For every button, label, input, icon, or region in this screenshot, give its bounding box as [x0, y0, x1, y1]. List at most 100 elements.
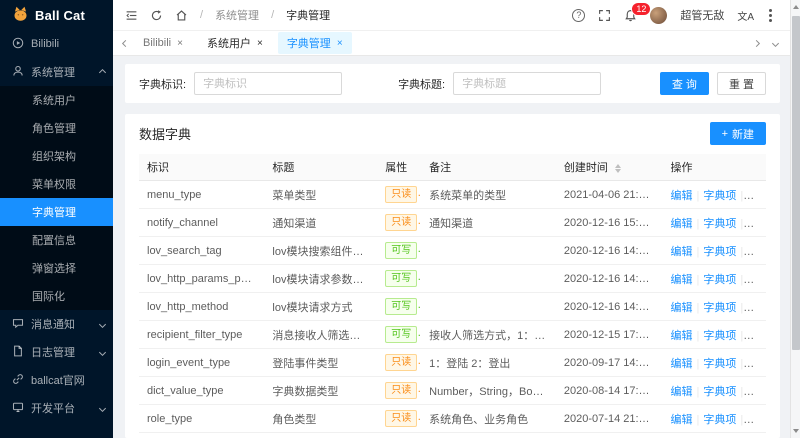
main-area: / 系统管理 / 字典管理 ? 12 超管无敌 文A Bilibili × 系统…	[113, 0, 800, 438]
dict-items-link[interactable]: 字典项	[703, 246, 736, 258]
cell-created: 2020-07-14 21:16:45	[555, 404, 663, 433]
cell-remark: 操作日志的操作类型	[421, 432, 556, 438]
sort-icon[interactable]	[614, 163, 621, 173]
desktop-icon	[12, 401, 24, 416]
table-header-row: 标识 标题 属性 备注 创建时间 操作	[139, 154, 766, 181]
dict-items-link[interactable]: 字典项	[703, 386, 736, 398]
message-icon	[12, 317, 24, 332]
topbar-right: ? 12 超管无敌 文A	[572, 1, 788, 24]
column-header-created[interactable]: 创建时间	[555, 154, 663, 181]
cell-created: 2020-12-15 17:36:24	[555, 320, 663, 349]
dict-id-input[interactable]	[194, 72, 343, 95]
sidebar-item-label: 系统管理	[31, 67, 75, 79]
sidebar-item-i18n[interactable]: 国际化	[0, 282, 113, 310]
scrollbar-thumb[interactable]	[792, 16, 800, 350]
username[interactable]: 超管无敌	[680, 7, 724, 23]
breadcrumb-system[interactable]: 系统管理	[215, 7, 259, 23]
edit-link[interactable]: 编辑	[671, 190, 693, 202]
sidebar-item-label: 组织架构	[32, 151, 76, 163]
close-icon[interactable]: ×	[257, 38, 263, 49]
column-header-attr: 属性	[377, 154, 422, 181]
sidebar-item-bilibili[interactable]: Bilibili	[0, 30, 113, 58]
cell-actions: 编辑|字典项|删除	[662, 404, 766, 433]
sidebar-item-organization[interactable]: 组织架构	[0, 142, 113, 170]
table-row: lov_search_tag lov模块搜索组件标签 可写 2020-12-16…	[139, 236, 766, 265]
cell-id: operation_type	[139, 432, 265, 438]
edit-link[interactable]: 编辑	[671, 414, 693, 426]
scroll-up-icon[interactable]	[793, 5, 799, 9]
tab-scroll-right-icon[interactable]	[752, 39, 761, 47]
menu-collapse-icon[interactable]	[125, 9, 138, 22]
sidebar-item-label: 角色管理	[32, 123, 76, 135]
chevron-down-icon	[98, 320, 107, 328]
query-button[interactable]: 查 询	[659, 72, 709, 95]
edit-link[interactable]: 编辑	[671, 218, 693, 230]
tab-dict-management[interactable]: 字典管理 ×	[277, 32, 352, 54]
writable-tag: 可写	[385, 298, 418, 315]
readonly-tag: 只读	[385, 382, 418, 399]
dict-id-label: 字典标识:	[139, 78, 187, 91]
tab-label: 系统用户	[206, 38, 251, 50]
edit-link[interactable]: 编辑	[671, 274, 693, 286]
dict-items-link[interactable]: 字典项	[703, 190, 736, 202]
sidebar-item-system-users[interactable]: 系统用户	[0, 86, 113, 114]
writable-tag: 可写	[385, 270, 418, 287]
cell-created: 2020-08-14 17:16:47	[555, 376, 663, 405]
close-icon[interactable]: ×	[177, 38, 183, 49]
dict-title-input[interactable]	[453, 72, 602, 95]
tab-scroll-left-icon[interactable]	[121, 39, 130, 47]
dict-items-link[interactable]: 字典项	[703, 274, 736, 286]
cat-logo-icon	[12, 6, 29, 25]
dict-items-link[interactable]: 字典项	[703, 302, 736, 314]
sidebar-item-log-management[interactable]: 日志管理	[0, 338, 113, 366]
reload-icon[interactable]	[150, 9, 163, 22]
dict-items-link[interactable]: 字典项	[703, 218, 736, 230]
edit-link[interactable]: 编辑	[671, 246, 693, 258]
edit-link[interactable]: 编辑	[671, 330, 693, 342]
dict-items-link[interactable]: 字典项	[703, 330, 736, 342]
home-icon[interactable]	[175, 9, 188, 22]
sidebar-item-popup-select[interactable]: 弹窗选择	[0, 254, 113, 282]
sidebar-item-dict-management[interactable]: 字典管理	[0, 198, 113, 226]
sidebar-item-ballcat-website[interactable]: ballcat官网	[0, 366, 113, 394]
logo[interactable]: Ball Cat	[0, 0, 113, 30]
app-window: Ball Cat Bilibili 系统管理 系统用户 角色管理 组织架构 菜单…	[0, 0, 800, 438]
more-options-icon[interactable]	[769, 13, 772, 17]
cell-created: 2020-07-14 20:28:54	[555, 432, 663, 438]
cell-attr: 只读	[377, 348, 422, 377]
edit-link[interactable]: 编辑	[671, 302, 693, 314]
new-button[interactable]: + 新建	[709, 122, 766, 145]
column-header-id: 标识	[139, 154, 265, 181]
avatar[interactable]	[650, 6, 668, 24]
sidebar-item-dev-platform[interactable]: 开发平台	[0, 394, 113, 422]
cell-id: recipient_filter_type	[139, 320, 265, 349]
sidebar-item-config-info[interactable]: 配置信息	[0, 226, 113, 254]
notification-bell-icon[interactable]: 12	[624, 1, 652, 22]
table-row: login_event_type 登陆事件类型 只读 1：登陆 2：登出 202…	[139, 348, 766, 377]
tab-system-users[interactable]: 系统用户 ×	[198, 32, 272, 54]
writable-tag: 可写	[385, 242, 418, 259]
help-icon[interactable]: ?	[572, 8, 586, 22]
sidebar-item-system-management[interactable]: 系统管理	[0, 58, 113, 86]
tab-dropdown-icon[interactable]	[771, 39, 780, 47]
edit-link[interactable]: 编辑	[671, 386, 693, 398]
cell-actions: 编辑|字典项|删除	[662, 264, 766, 293]
close-icon[interactable]: ×	[337, 38, 343, 49]
sidebar-item-role-management[interactable]: 角色管理	[0, 114, 113, 142]
cell-attr: 可写	[377, 320, 422, 349]
dict-table: 标识 标题 属性 备注 创建时间 操作 menu_type 菜单类型 只读 系统…	[139, 154, 766, 438]
cell-id: notify_channel	[139, 208, 265, 237]
translate-icon[interactable]: 文A	[737, 8, 754, 23]
dict-items-link[interactable]: 字典项	[703, 358, 736, 370]
cell-created: 2021-04-06 21:39:45	[555, 180, 663, 209]
tab-bilibili[interactable]: Bilibili ×	[134, 34, 192, 52]
fullscreen-icon[interactable]	[598, 9, 611, 22]
dict-items-link[interactable]: 字典项	[703, 414, 736, 426]
edit-link[interactable]: 编辑	[671, 358, 693, 370]
sidebar-item-label: 配置信息	[32, 235, 76, 247]
scrollbar[interactable]	[790, 0, 800, 438]
scroll-down-icon[interactable]	[793, 429, 799, 433]
sidebar-item-notifications[interactable]: 消息通知	[0, 310, 113, 338]
reset-button[interactable]: 重 置	[716, 72, 766, 95]
sidebar-item-menu-permissions[interactable]: 菜单权限	[0, 170, 113, 198]
